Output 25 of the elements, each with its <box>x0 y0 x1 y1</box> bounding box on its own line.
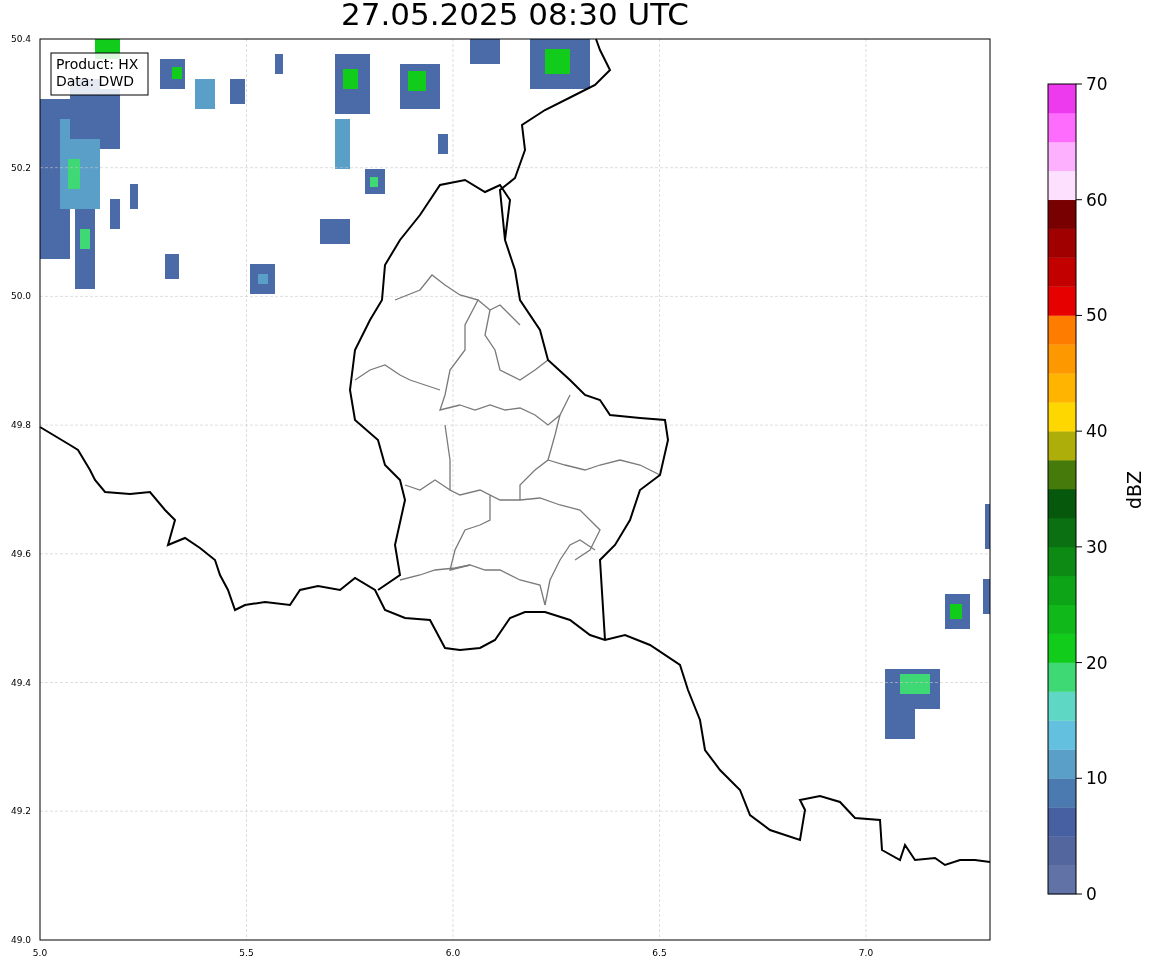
info-text: Product: HX <box>56 56 139 72</box>
colorbar-tick-label: 10 <box>1086 768 1108 789</box>
map-title: 27.05.2025 08:30 UTC <box>341 0 689 30</box>
x-tick-label: 5.0 <box>32 948 48 958</box>
colorbar-tick-label: 50 <box>1086 305 1108 326</box>
x-tick-label: 5.5 <box>239 948 254 958</box>
y-tick-label: 49.0 <box>10 934 31 945</box>
x-tick-label: 6.0 <box>445 948 461 958</box>
colorbar-tick-label: 0 <box>1086 884 1097 904</box>
y-tick-label: 49.6 <box>10 548 31 559</box>
colorbar-label: dBZ <box>1123 470 1145 510</box>
colorbar-tick-label: 60 <box>1086 189 1108 210</box>
colorbar-tick-label: 20 <box>1086 652 1108 673</box>
x-tick-label: 6.5 <box>652 948 667 958</box>
y-tick-label: 49.8 <box>10 420 31 431</box>
colorbar-tick-label: 70 <box>1086 74 1108 94</box>
info-text: Data: DWD <box>56 73 134 89</box>
y-tick-label: 49.4 <box>10 677 31 688</box>
y-tick-label: 50.2 <box>10 162 31 173</box>
colorbar-tick-label: 40 <box>1086 421 1108 442</box>
y-tick-label: 50.0 <box>10 291 31 302</box>
y-tick-label: 49.2 <box>10 806 31 817</box>
y-tick-label: 50.4 <box>10 34 31 44</box>
x-tick-label: 7.0 <box>858 948 874 958</box>
colorbar-tick-label: 30 <box>1086 536 1108 557</box>
